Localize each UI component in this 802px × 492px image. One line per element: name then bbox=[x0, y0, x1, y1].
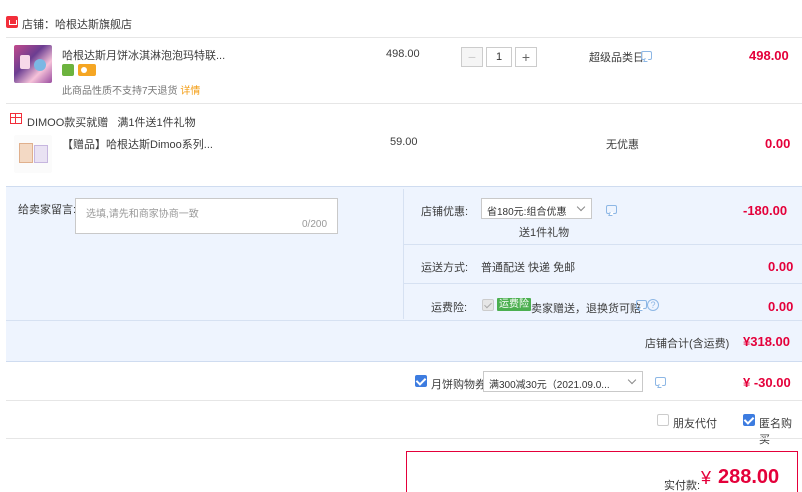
coupon-checkbox[interactable] bbox=[415, 375, 427, 387]
insurance-amount: 0.00 bbox=[768, 299, 794, 314]
chat-icon[interactable] bbox=[641, 51, 652, 60]
divider bbox=[6, 320, 802, 321]
insurance-tag: 运费险 bbox=[497, 298, 531, 311]
shipping-label: 运送方式: bbox=[421, 262, 469, 274]
anonymous-label[interactable]: 匿名购买 bbox=[759, 415, 802, 447]
currency-symbol: ¥ bbox=[701, 468, 712, 488]
detail-link[interactable]: 详情 bbox=[180, 86, 200, 97]
divider bbox=[6, 103, 802, 104]
coupon-badge-icon bbox=[78, 64, 96, 76]
chevron-down-icon bbox=[576, 202, 586, 212]
coupon-amount: ¥ -30.00 bbox=[743, 375, 791, 390]
coupon-value: 满300减30元（2021.09.0... bbox=[489, 380, 610, 391]
divider bbox=[404, 244, 802, 245]
coupon-label: 月饼购物券 bbox=[431, 379, 486, 391]
item-total: 498.00 bbox=[749, 48, 789, 63]
chat-icon[interactable] bbox=[606, 205, 617, 214]
quantity-decrease-button[interactable]: − bbox=[461, 47, 483, 67]
memo-placeholder: 选填,请先和商家协商一致 bbox=[86, 209, 199, 220]
shop-discount-label: 店铺优惠: bbox=[421, 206, 469, 218]
divider bbox=[404, 283, 802, 284]
product-thumbnail[interactable] bbox=[14, 45, 52, 83]
gift-thumbnail[interactable] bbox=[14, 135, 52, 173]
anonymous-checkbox[interactable] bbox=[743, 414, 755, 426]
unit-price: 498.00 bbox=[386, 48, 420, 60]
quantity-input[interactable]: 1 bbox=[486, 47, 512, 67]
shop-discount-note: 送1件礼物 bbox=[519, 227, 570, 239]
gift-title[interactable]: 【赠品】哈根达斯Dimoo系列... bbox=[62, 136, 213, 152]
gift-icon bbox=[10, 113, 22, 124]
product-title[interactable]: 哈根达斯月饼冰淇淋泡泡玛特联... bbox=[62, 47, 225, 63]
service-badge-icon bbox=[62, 64, 74, 76]
shipping-amount: 0.00 bbox=[768, 259, 794, 274]
shop-total-label: 店铺合计(含运费) bbox=[645, 338, 730, 350]
insurance-label: 运费险: bbox=[431, 302, 468, 314]
memo-label: 给卖家留言: bbox=[18, 204, 77, 216]
gift-group-label: DIMOO款买就赠 满1件送1件礼物 bbox=[27, 114, 196, 130]
gift-promo: 无优惠 bbox=[606, 139, 639, 151]
shop-total-amount: ¥318.00 bbox=[743, 334, 790, 349]
divider bbox=[6, 37, 802, 38]
tote-bag-art bbox=[19, 143, 33, 163]
thumbnail-art bbox=[20, 55, 30, 69]
gift-unit-price: 59.00 bbox=[390, 136, 418, 148]
return-note: 此商品性质不支持7天退货 详情 bbox=[62, 82, 200, 97]
shop-name[interactable]: 店铺：哈根达斯旗舰店 bbox=[22, 16, 132, 32]
payment-label: 实付款: bbox=[664, 480, 701, 492]
shipping-method: 普通配送 快递 免邮 bbox=[481, 262, 576, 274]
friend-pay-label[interactable]: 朋友代付 bbox=[673, 415, 717, 431]
coupon-select[interactable]: 满300减30元（2021.09.0... bbox=[483, 371, 643, 392]
return-note-text: 此商品性质不支持7天退货 bbox=[62, 86, 178, 97]
shop-discount-select[interactable]: 省180元:组合优惠 bbox=[481, 198, 592, 219]
tote-bag-art bbox=[34, 145, 48, 163]
divider bbox=[403, 189, 404, 319]
gift-campaign: DIMOO款买就赠 bbox=[27, 117, 109, 129]
gift-total: 0.00 bbox=[765, 136, 791, 151]
promo-label: 超级品类日 bbox=[589, 52, 644, 64]
help-icon[interactable]: ? bbox=[647, 299, 659, 311]
memo-char-count: 0/200 bbox=[302, 219, 328, 230]
shop-discount-value: 省180元:组合优惠 bbox=[487, 207, 567, 218]
payment-amount: 288.00 bbox=[718, 466, 780, 488]
insurance-checkbox bbox=[482, 299, 494, 311]
shop-icon bbox=[6, 16, 18, 28]
divider bbox=[6, 400, 802, 401]
chevron-down-icon bbox=[627, 375, 637, 385]
thumbnail-art bbox=[34, 59, 46, 71]
shop-discount-amount: -180.00 bbox=[743, 203, 788, 218]
chat-icon[interactable] bbox=[655, 377, 666, 386]
quantity-increase-button[interactable]: + bbox=[515, 47, 537, 67]
friend-pay-checkbox[interactable] bbox=[657, 414, 669, 426]
chat-icon[interactable] bbox=[636, 300, 647, 309]
divider bbox=[6, 438, 802, 439]
insurance-text: 卖家赠送，退换货可赔 bbox=[531, 303, 641, 315]
gift-rule: 满1件送1件礼物 bbox=[117, 117, 196, 129]
